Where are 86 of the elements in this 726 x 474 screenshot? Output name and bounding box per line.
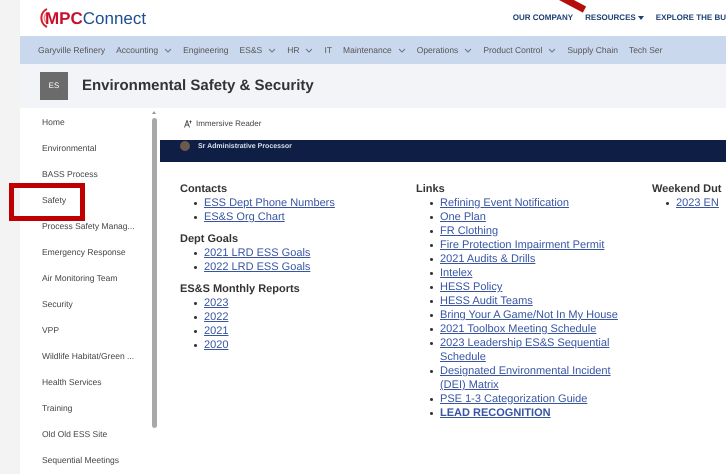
sidebar-item[interactable]: Old Old ESS Site <box>42 428 150 454</box>
bullet-icon <box>666 202 669 205</box>
link[interactable]: PSE 1-3 Categorization Guide <box>440 392 588 406</box>
nav-item[interactable]: Supply Chain <box>567 44 618 56</box>
bullet-icon <box>430 286 433 289</box>
sidebar-item[interactable]: Security <box>42 298 150 324</box>
link[interactable]: 2021 Toolbox Meeting Schedule <box>440 322 596 336</box>
link[interactable]: One Plan <box>440 210 486 224</box>
link[interactable]: 2023 <box>204 296 228 310</box>
link[interactable]: LEAD RECOGNITION <box>440 406 551 420</box>
link[interactable]: 2021 LRD ESS Goals <box>204 246 310 260</box>
section-heading: ES&S Monthly Reports <box>180 282 301 296</box>
site-badge: ES <box>40 72 68 100</box>
link[interactable]: Refining Event Notification <box>440 196 570 210</box>
nav-item[interactable]: ES&S <box>240 44 276 56</box>
nav-item[interactable]: Maintenance <box>343 44 406 56</box>
bullet-icon <box>194 344 197 347</box>
sidebar-item[interactable]: Air Monitoring Team <box>42 272 150 298</box>
sidebar-item[interactable]: Safety <box>42 194 150 220</box>
scrollbar-thumb[interactable] <box>152 118 156 428</box>
nav-item[interactable]: Garyville Refinery <box>38 44 106 56</box>
sidebar-item[interactable]: Environmental <box>42 142 150 168</box>
sidebar-item[interactable]: Home <box>42 116 150 142</box>
immersive-reader-icon <box>184 120 193 128</box>
bullet-icon <box>430 272 433 275</box>
section-heading: Dept Goals <box>180 232 240 246</box>
link[interactable]: ES&S Org Chart <box>204 210 285 224</box>
nav-item[interactable]: IT <box>324 44 332 56</box>
sidebar-item[interactable]: Process Safety Manag... <box>42 220 150 246</box>
section-heading: Links <box>416 182 446 196</box>
link[interactable]: Bring Your A Game/Not In My House <box>440 308 618 322</box>
nav-item[interactable]: Operations <box>416 44 472 56</box>
top-nav-link[interactable]: RESOURCES <box>585 12 644 24</box>
bullet-icon <box>430 370 433 373</box>
nav-item[interactable]: HR <box>287 44 314 56</box>
bullet-icon <box>194 302 197 305</box>
top-nav-link[interactable]: OUR COMPANY <box>512 12 574 24</box>
bullet-icon <box>430 342 433 345</box>
bullet-icon <box>430 244 433 247</box>
nav-item[interactable]: Tech Ser <box>628 44 662 56</box>
sidebar-item[interactable]: Training <box>42 402 150 428</box>
scroll-up-icon <box>152 111 156 114</box>
top-nav-link[interactable]: EXPLORE THE BU <box>656 12 726 24</box>
sidebar-item[interactable]: VPP <box>42 324 150 350</box>
immersive-reader-button[interactable]: Immersive Reader <box>184 118 262 130</box>
link[interactable]: 2020 <box>204 338 228 352</box>
link[interactable]: Intelex <box>440 266 472 280</box>
sidebar-item[interactable]: Wildlife Habitat/Green ... <box>42 350 150 376</box>
sidebar-item[interactable]: Health Services <box>42 376 150 402</box>
bullet-icon <box>430 216 433 219</box>
link[interactable]: 2023 EN <box>676 196 719 210</box>
link[interactable]: FR Clothing <box>440 224 498 238</box>
link[interactable]: 2023 Leadership ES&S Sequential Schedule <box>440 336 626 364</box>
link[interactable]: 2022 <box>204 310 228 324</box>
site-title: Environmental Safety & Security <box>82 76 314 96</box>
bullet-icon <box>430 202 433 205</box>
sidebar-item[interactable]: BASS Process <box>42 168 150 194</box>
link[interactable]: HESS Audit Teams <box>440 294 533 308</box>
bullet-icon <box>430 314 433 317</box>
sidebar-item[interactable]: Emergency Response <box>42 246 150 272</box>
bullet-icon <box>194 316 197 319</box>
link[interactable]: 2021 Audits & Drills <box>440 252 536 266</box>
link[interactable]: 2022 LRD ESS Goals <box>204 260 310 274</box>
bullet-icon <box>430 412 433 415</box>
link[interactable]: 2021 <box>204 324 228 338</box>
mpc-connect-logo[interactable]: MPCConnect <box>35 7 146 29</box>
link[interactable]: HESS Policy <box>440 280 502 294</box>
nav-item[interactable]: Product Control <box>483 44 556 56</box>
link[interactable]: Fire Protection Impairment Permit <box>440 238 604 252</box>
bullet-icon <box>430 328 433 331</box>
bullet-icon <box>430 258 433 261</box>
section-heading: Weekend Dut <box>652 182 722 196</box>
bullet-icon <box>194 330 197 333</box>
sidebar-item[interactable]: Sequential Meetings <box>42 454 150 474</box>
bullet-icon <box>194 216 197 219</box>
bullet-icon <box>430 230 433 233</box>
nav-item[interactable]: Accounting <box>116 44 172 56</box>
bullet-icon <box>194 252 197 255</box>
bullet-icon <box>194 202 197 205</box>
section-heading: Contacts <box>180 182 228 196</box>
link[interactable]: Designated Environmental Incident (DEI) Matrix <box>440 364 626 392</box>
link[interactable]: ESS Dept Phone Numbers <box>204 196 335 210</box>
bullet-icon <box>430 398 433 401</box>
bullet-icon <box>194 266 197 269</box>
bullet-icon <box>430 300 433 303</box>
nav-item[interactable]: Engineering <box>183 44 229 56</box>
